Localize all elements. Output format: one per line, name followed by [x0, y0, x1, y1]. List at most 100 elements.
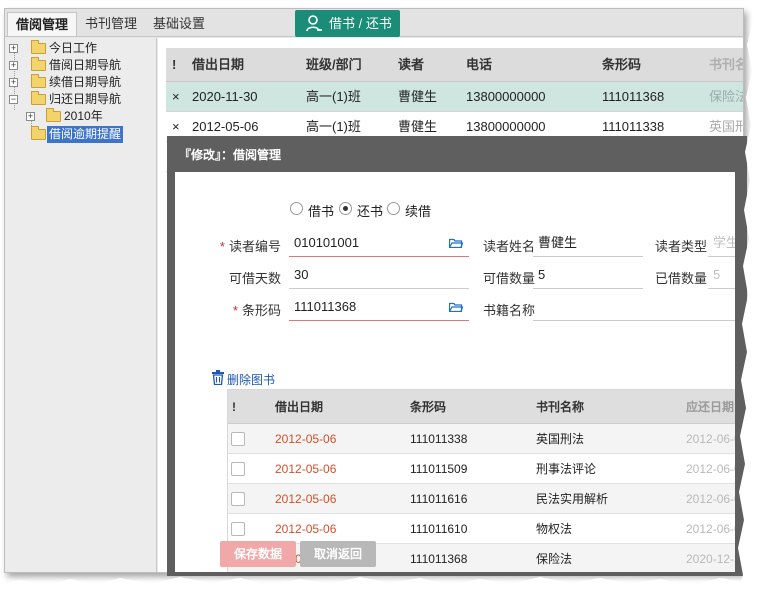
row-barcode: 111011368: [602, 89, 665, 104]
book-name-label: 书籍名称: [482, 303, 535, 318]
tab-borrow-management[interactable]: 借阅管理: [7, 12, 78, 36]
col-header-reader[interactable]: 读者: [398, 48, 424, 82]
row-checkbox[interactable]: [231, 462, 245, 476]
row-checkbox[interactable]: [231, 432, 245, 446]
tree-item-label: 借阅日期导航: [49, 58, 122, 72]
dialog-body: 借书 还书 续借 * 读者编号 010101001 读者姓名 曹健生 读者类型 学…: [175, 172, 735, 572]
user-icon: [306, 15, 322, 32]
tree-item-overdue-reminder[interactable]: 借阅逾期提醒: [9, 126, 149, 143]
torn-edge-right: [737, 0, 765, 594]
folder-icon: [31, 57, 46, 71]
torn-edge-bottom: [0, 576, 765, 594]
sidebar-tree: + 今日工作 + 借阅日期导航 + 续借日期导航 − 归还日期导航 + 2010…: [5, 38, 157, 572]
borrow-days-value: 30: [294, 267, 309, 282]
row-barcode: 111011509: [410, 462, 468, 476]
row-book-title: 民法实用解析: [536, 492, 609, 506]
col-header-barcode[interactable]: 条形码: [602, 48, 641, 82]
required-mark: *: [219, 239, 225, 254]
col-header-book-title[interactable]: 书刊名称: [536, 390, 584, 424]
col-header-class[interactable]: 班级/部门: [306, 48, 362, 82]
row-barcode: 111011338: [410, 432, 468, 446]
delete-book-link[interactable]: 删除图书: [212, 370, 275, 388]
tree-item-today-work[interactable]: + 今日工作: [9, 40, 149, 57]
row-book-title: 保险法: [536, 552, 573, 566]
col-header-flag[interactable]: !: [232, 390, 236, 424]
dialog-title: 『修改』：借阅管理: [179, 148, 282, 162]
borrow-qty-value: 5: [538, 267, 546, 282]
row-date: 2012-05-06: [275, 432, 337, 446]
tree-item-year-2010[interactable]: + 2010年: [26, 108, 146, 125]
radio-return-label: 还书: [357, 204, 384, 219]
reader-type-input[interactable]: 学生: [708, 229, 735, 257]
folder-icon: [46, 108, 61, 122]
col-header-borrow-date[interactable]: 借出日期: [192, 48, 244, 82]
borrowed-count-value: 5: [713, 267, 721, 282]
row-due-date: 2012-06-0: [686, 522, 735, 536]
tree-item-label: 2010年: [64, 109, 103, 123]
radio-return[interactable]: [339, 202, 352, 215]
reader-name-label: 读者姓名: [482, 239, 535, 254]
row-date: 2012-05-06: [275, 462, 337, 476]
tree-item-return-date-nav[interactable]: − 归还日期导航: [9, 91, 149, 108]
borrow-return-button[interactable]: 借书 / 还书: [295, 10, 400, 37]
reader-type-value: 学生: [713, 235, 735, 250]
tree-item-label: 借阅逾期提醒: [47, 126, 124, 143]
grid-header: ! 借出日期 条形码 书刊名称 应还日期: [228, 390, 735, 424]
row-due-date: 2012-06-0: [686, 462, 735, 476]
col-header-borrow-date[interactable]: 借出日期: [275, 390, 323, 424]
borrow-days-input[interactable]: 30: [289, 261, 469, 289]
barcode-input[interactable]: 111011368: [289, 293, 469, 321]
expand-icon[interactable]: +: [9, 44, 18, 53]
folder-open-icon[interactable]: [449, 302, 463, 312]
table-row[interactable]: × 2020-11-30 高一(1)班 曹健生 13800000000 1110…: [166, 82, 743, 112]
reader-id-label: * 读者编号: [195, 236, 281, 255]
tree-item-borrow-date-nav[interactable]: + 借阅日期导航: [9, 57, 149, 74]
cancel-button[interactable]: 取消返回: [300, 541, 377, 567]
col-header-phone[interactable]: 电话: [466, 48, 492, 82]
table-row[interactable]: 2012-05-06 111011616 民法实用解析 2012-06-0: [228, 484, 735, 514]
radio-borrow[interactable]: [290, 202, 303, 215]
tab-basic-settings[interactable]: 基础设置: [145, 12, 213, 36]
trash-icon: [212, 370, 224, 385]
expand-icon[interactable]: +: [9, 61, 18, 70]
borrow-return-label: 借书 / 还书: [329, 16, 392, 31]
borrow-days-label: 可借天数: [228, 271, 281, 286]
collapse-icon[interactable]: −: [9, 95, 18, 104]
expand-icon[interactable]: +: [9, 78, 18, 87]
table-row[interactable]: 2012-05-06 111011509 刑事法评论 2012-06-0: [228, 454, 735, 484]
folder-open-icon[interactable]: [449, 238, 463, 248]
top-tab-bar: 借阅管理 书刊管理 基础设置 借书 / 还书: [5, 9, 743, 37]
radio-renew[interactable]: [387, 202, 400, 215]
expand-icon[interactable]: +: [26, 112, 35, 121]
row-reader: 曹健生: [398, 89, 438, 104]
table-row[interactable]: 2012-05-06 111011610 物权法 2012-06-0: [228, 514, 735, 544]
col-header-flag[interactable]: !: [172, 48, 176, 82]
row-barcode: 111011616: [410, 492, 468, 506]
row-due-date: 2020-12-3: [686, 552, 735, 566]
col-header-barcode[interactable]: 条形码: [410, 390, 446, 424]
row-due-date: 2012-06-0: [686, 432, 735, 446]
required-mark: *: [232, 303, 238, 318]
reader-name-value: 曹健生: [538, 235, 578, 250]
grid-header: ! 借出日期 班级/部门 读者 电话 条形码 书刊名: [166, 48, 743, 82]
table-row[interactable]: 2012-05-06 111011338 英国刑法 2012-06-0: [228, 424, 735, 454]
col-header-due-date[interactable]: 应还日期: [686, 390, 734, 424]
reader-name-input[interactable]: 曹健生: [533, 229, 643, 257]
row-date: 2020-11-30: [192, 89, 258, 104]
reader-id-label-text: 读者编号: [228, 239, 281, 254]
book-name-input[interactable]: [533, 293, 735, 321]
tree-item-renew-date-nav[interactable]: + 续借日期导航: [9, 74, 149, 91]
save-button[interactable]: 保存数据: [220, 541, 297, 567]
row-phone: 13800000000: [466, 89, 546, 104]
folder-icon: [31, 40, 46, 54]
row-book-title: 刑事法评论: [536, 462, 597, 476]
row-mark: ×: [172, 89, 180, 104]
row-checkbox[interactable]: [231, 492, 245, 506]
borrowed-count-input[interactable]: 5: [708, 261, 735, 289]
reader-id-input[interactable]: 010101001: [289, 229, 469, 257]
reader-type-label: 读者类型: [654, 239, 707, 254]
radio-borrow-label: 借书: [308, 204, 335, 219]
tab-book-management[interactable]: 书刊管理: [77, 12, 145, 36]
row-checkbox[interactable]: [231, 522, 245, 536]
borrow-qty-input[interactable]: 5: [533, 261, 643, 289]
